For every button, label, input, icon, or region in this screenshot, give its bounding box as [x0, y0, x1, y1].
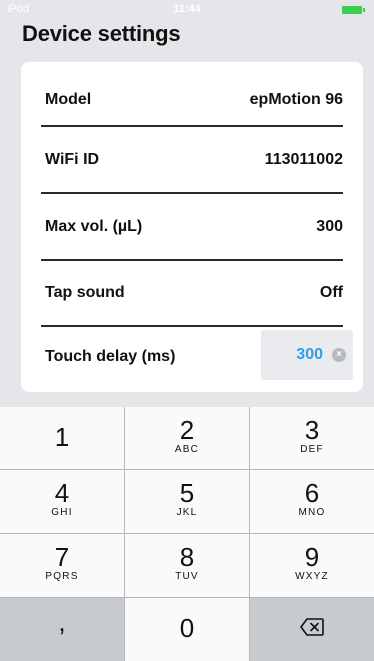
model-value: epMotion 96	[249, 91, 343, 108]
key-digit: 2	[179, 415, 195, 445]
key-symbol: ,	[58, 607, 66, 637]
key-3[interactable]: 3 DEF	[250, 407, 374, 469]
key-letters: MNO	[298, 507, 326, 518]
divider	[41, 125, 343, 127]
setting-row-model: Model epMotion 96	[41, 68, 343, 132]
key-0[interactable]: 0	[125, 598, 249, 661]
setting-row-max-vol[interactable]: Max vol. (µL) 300	[41, 195, 343, 259]
key-2[interactable]: 2 ABC	[125, 407, 249, 469]
settings-card: Model epMotion 96 WiFi ID 113011002 Max …	[21, 62, 363, 392]
clear-icon[interactable]: ×	[332, 348, 346, 362]
key-digit: 4	[54, 478, 70, 508]
key-digit: 8	[179, 542, 195, 572]
key-letters: WXYZ	[295, 571, 329, 582]
key-backspace[interactable]	[250, 598, 374, 661]
model-label: Model	[45, 91, 92, 108]
max-vol-value[interactable]: 300	[316, 195, 343, 259]
status-bar: iPod 11:44	[0, 0, 374, 20]
key-digit: 3	[304, 415, 320, 445]
key-digit: 7	[54, 542, 70, 572]
key-1[interactable]: 1	[0, 407, 124, 469]
numeric-keypad: 1 2 ABC 3 DEF 4 GHI 5 JKL 6 MNO 7 PQRS 8…	[0, 407, 374, 661]
key-digit: 5	[179, 478, 195, 508]
setting-row-touch-delay[interactable]: Touch delay (ms) ×	[41, 330, 353, 394]
key-letters: JKL	[176, 507, 198, 518]
key-letters: PQRS	[45, 571, 79, 582]
key-comma[interactable]: ,	[0, 598, 124, 661]
setting-row-tap-sound[interactable]: Tap sound Off	[41, 261, 343, 325]
key-7[interactable]: 7 PQRS	[0, 534, 124, 597]
key-4[interactable]: 4 GHI	[0, 470, 124, 533]
key-5[interactable]: 5 JKL	[125, 470, 249, 533]
key-digit: 9	[304, 542, 320, 572]
key-letters: DEF	[300, 444, 324, 455]
max-vol-label: Max vol. (µL)	[45, 218, 143, 235]
tap-sound-value[interactable]: Off	[320, 261, 343, 325]
key-letters: ABC	[174, 444, 200, 455]
touch-delay-field[interactable]: ×	[261, 330, 353, 380]
clock-time: 11:44	[173, 3, 201, 15]
key-letters: GHI	[51, 507, 73, 518]
divider	[41, 192, 343, 194]
key-digit: 0	[179, 613, 195, 643]
tap-sound-label: Tap sound	[45, 284, 125, 301]
key-digit: 6	[304, 478, 320, 508]
key-digit: 1	[54, 422, 70, 452]
key-letters: TUV	[175, 571, 199, 582]
wifi-id-value: 113011002	[264, 151, 343, 168]
setting-row-wifi-id: WiFi ID 113011002	[41, 128, 343, 192]
key-9[interactable]: 9 WXYZ	[250, 534, 374, 597]
key-8[interactable]: 8 TUV	[125, 534, 249, 597]
wifi-id-label: WiFi ID	[45, 151, 100, 168]
touch-delay-label: Touch delay (ms)	[45, 348, 176, 365]
divider	[41, 325, 343, 327]
touch-delay-input[interactable]	[261, 330, 331, 380]
backspace-icon	[300, 618, 324, 636]
battery-icon	[342, 6, 365, 14]
key-6[interactable]: 6 MNO	[250, 470, 374, 533]
page-title: Device settings	[22, 21, 181, 46]
